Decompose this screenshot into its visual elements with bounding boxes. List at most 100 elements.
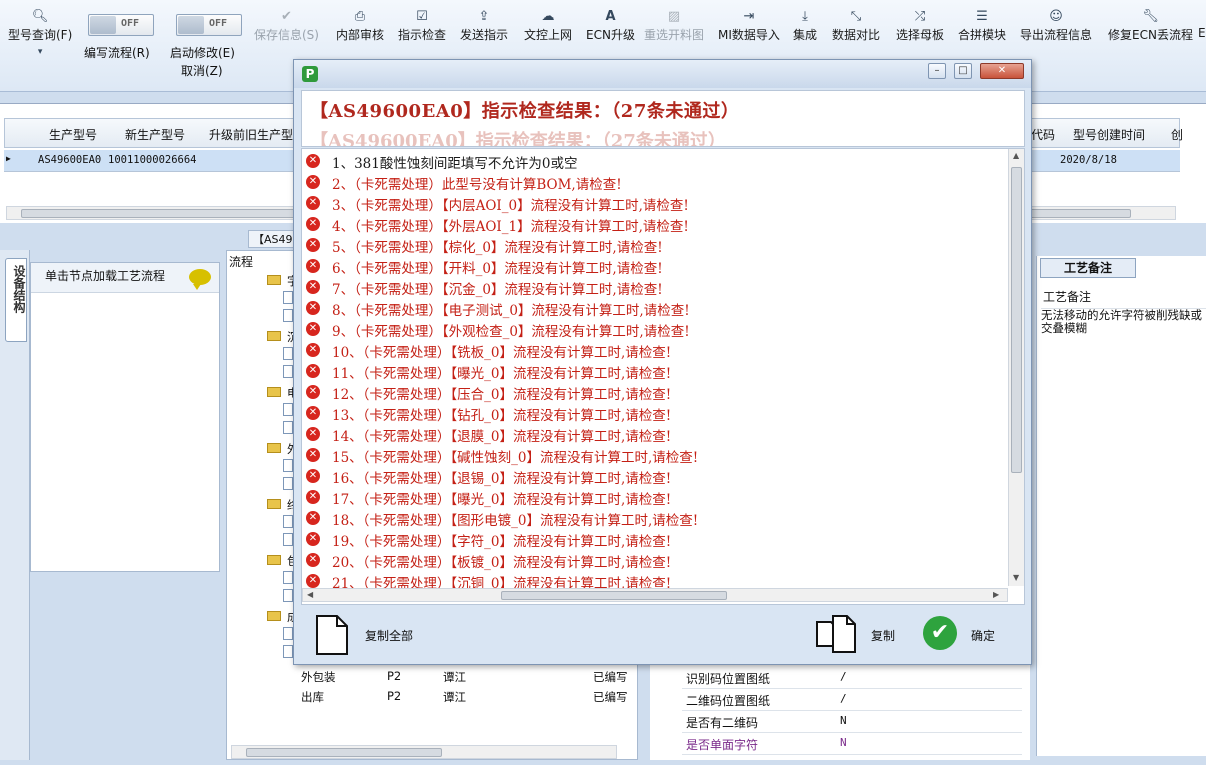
select-master-board-button[interactable]: ⤮ 选择母板 — [896, 8, 944, 43]
error-list[interactable]: ✕ 1、381酸性蚀刻间距填写不允许为0或空 ✕ 2、（卡死需处理）此型号没有计算BO… — [301, 148, 1025, 605]
export-flow-info-button[interactable]: ☺ 导出流程信息 — [1020, 8, 1092, 43]
ecn-upgrade-button[interactable]: A ECN升级 — [586, 8, 635, 43]
document-icon — [283, 533, 293, 546]
login-icon: ⇥ — [743, 9, 755, 24]
edit-flow-toggle[interactable]: OFF — [88, 14, 154, 36]
integrate-button[interactable]: ⤓ 集成 — [793, 8, 817, 43]
error-text: 1、381酸性蚀刻间距填写不允许为0或空 — [332, 156, 578, 172]
minimize-button[interactable]: – — [928, 63, 946, 79]
scroll-thumb[interactable] — [1011, 167, 1022, 473]
flow-row[interactable]: 外包装 P2 谭江 已编写 — [301, 669, 628, 685]
dialog-titlebar[interactable]: P – □ ✕ — [294, 60, 1031, 88]
column-header[interactable]: 新生产型号 — [125, 126, 185, 143]
property-row[interactable]: 是否有二维码 N — [682, 711, 1022, 733]
flow-hscrollbar[interactable] — [231, 745, 617, 759]
property-row[interactable]: 是否单面字符 N — [682, 733, 1022, 755]
error-text: 13、（卡死需处理）【钻孔_0】流程没有计算工时,请检查! — [332, 408, 672, 424]
document-icon — [283, 627, 293, 640]
tab-device-structure[interactable]: 设备结构 — [5, 258, 27, 342]
check-icon: ✔ — [281, 9, 292, 24]
document-icon — [283, 515, 293, 528]
check-circle-icon: ✔ — [923, 616, 957, 650]
maximize-button[interactable]: □ — [954, 63, 972, 79]
reselect-cut-chart-button[interactable]: ▨ 重选开料图 — [644, 8, 704, 43]
document-icon — [283, 421, 293, 434]
dialog-title-reflection: 【AS49600EA0】指示检查结果：（27条未通过） — [310, 131, 726, 147]
error-icon: ✕ — [306, 574, 320, 588]
process-note-text[interactable]: 无法移动的允许字符被削残缺或交叠模糊 — [1041, 308, 1206, 335]
download-icon: ⤓ — [802, 9, 808, 24]
scroll-thumb[interactable] — [501, 591, 727, 600]
app-logo-icon: P — [302, 66, 318, 82]
data-compare-button[interactable]: ⤡ 数据对比 — [832, 8, 880, 43]
copy-icon — [816, 615, 856, 653]
copy-all-button[interactable]: 复制全部 — [315, 614, 425, 655]
column-header[interactable]: 型号创建时间 — [1073, 126, 1145, 143]
document-icon — [283, 309, 293, 322]
error-icon: ✕ — [306, 448, 320, 462]
ok-button[interactable]: ✔ 确定 — [923, 614, 1013, 654]
merge-module-button[interactable]: ☰ 合拼模块 — [958, 8, 1006, 43]
chevron-down-icon: ▾ — [37, 47, 43, 57]
column-header[interactable]: 创 — [1171, 126, 1183, 143]
folder-icon[interactable] — [267, 275, 281, 285]
error-icon: ✕ — [306, 280, 320, 294]
flow-row[interactable]: 出库 P2 谭江 已编写 — [301, 689, 628, 705]
folder-icon[interactable] — [267, 555, 281, 565]
instruction-check-button[interactable]: ☑ 指示检查 — [398, 8, 446, 43]
fix-ecn-flow-button[interactable]: 🔧︎ 修复ECN丢流程 — [1108, 8, 1193, 43]
error-list-vscrollbar[interactable]: ▲ ▼ — [1008, 149, 1024, 586]
error-list-hscrollbar[interactable]: ◀ ▶ — [302, 588, 1008, 602]
tab-process-note[interactable]: 工艺备注 — [1040, 258, 1136, 278]
startup-edit-toggle[interactable]: OFF — [176, 14, 242, 36]
folder-icon[interactable] — [267, 387, 281, 397]
list-icon: ☰ — [976, 9, 988, 24]
error-icon: ✕ — [306, 532, 320, 546]
copy-button[interactable]: 复制 — [815, 614, 905, 654]
document-icon — [316, 615, 348, 655]
error-text: 4、（卡死需处理）【外层AOI_1】流程没有计算工时,请检查! — [332, 219, 689, 235]
error-icon: ✕ — [306, 427, 320, 441]
mi-data-import-button[interactable]: ⇥ MI数据导入 — [718, 8, 780, 43]
error-icon: ✕ — [306, 196, 320, 210]
printer-icon: ⎙ — [354, 9, 366, 24]
cancel-button[interactable]: 取消(Z) — [181, 62, 223, 79]
property-row[interactable]: 识别码位置图纸 / — [682, 667, 1022, 689]
property-row[interactable]: 二维码位置图纸 / — [682, 689, 1022, 711]
folder-icon[interactable] — [267, 499, 281, 509]
document-icon — [283, 347, 293, 360]
scroll-right-icon[interactable]: ▶ — [993, 590, 999, 599]
overflow-toolbar-button[interactable]: E — [1198, 8, 1206, 40]
column-header[interactable]: 代码 — [1031, 126, 1055, 143]
error-icon: ✕ — [306, 511, 320, 525]
error-text: 17、（卡死需处理）【曝光_0】流程没有计算工时,请检查! — [332, 492, 672, 508]
error-icon: ✕ — [306, 238, 320, 252]
compress-icon: ⤡ — [850, 9, 862, 24]
column-header[interactable]: 生产型号 — [49, 126, 97, 143]
document-icon — [283, 403, 293, 416]
document-icon — [283, 291, 293, 304]
folder-icon[interactable] — [267, 331, 281, 341]
startup-edit-label: 启动修改(E) — [170, 46, 235, 60]
doc-upload-button[interactable]: ☁ 文控上网 — [524, 8, 572, 43]
error-text: 2、（卡死需处理）此型号没有计算BOM,请检查! — [332, 177, 622, 193]
flow-header: 流程 — [229, 255, 254, 269]
column-header[interactable]: 升级前旧生产型 — [209, 126, 293, 143]
scroll-left-icon[interactable]: ◀ — [307, 590, 313, 599]
error-text: 19、（卡死需处理）【字符_0】流程没有计算工时,请检查! — [332, 534, 672, 550]
error-icon: ✕ — [306, 469, 320, 483]
document-icon — [283, 477, 293, 490]
document-icon — [283, 571, 293, 584]
close-button[interactable]: ✕ — [980, 63, 1024, 79]
error-text: 16、（卡死需处理）【退锡_0】流程没有计算工时,请检查! — [332, 471, 672, 487]
folder-icon[interactable] — [267, 611, 281, 621]
internal-review-button[interactable]: ⎙ 内部审核 — [336, 8, 384, 43]
scroll-down-icon[interactable]: ▼ — [1013, 573, 1019, 582]
scroll-up-icon[interactable]: ▲ — [1013, 151, 1019, 160]
folder-icon[interactable] — [267, 443, 281, 453]
scroll-thumb[interactable] — [246, 748, 442, 757]
save-info-button[interactable]: ✔ 保存信息(S) — [254, 8, 319, 43]
error-text: 12、（卡死需处理）【压合_0】流程没有计算工时,请检查! — [332, 387, 672, 403]
model-query-button[interactable]: 🔍︎ 型号查询(F) ▾ — [8, 8, 72, 61]
send-instruction-button[interactable]: ⇪ 发送指示 — [460, 8, 508, 43]
